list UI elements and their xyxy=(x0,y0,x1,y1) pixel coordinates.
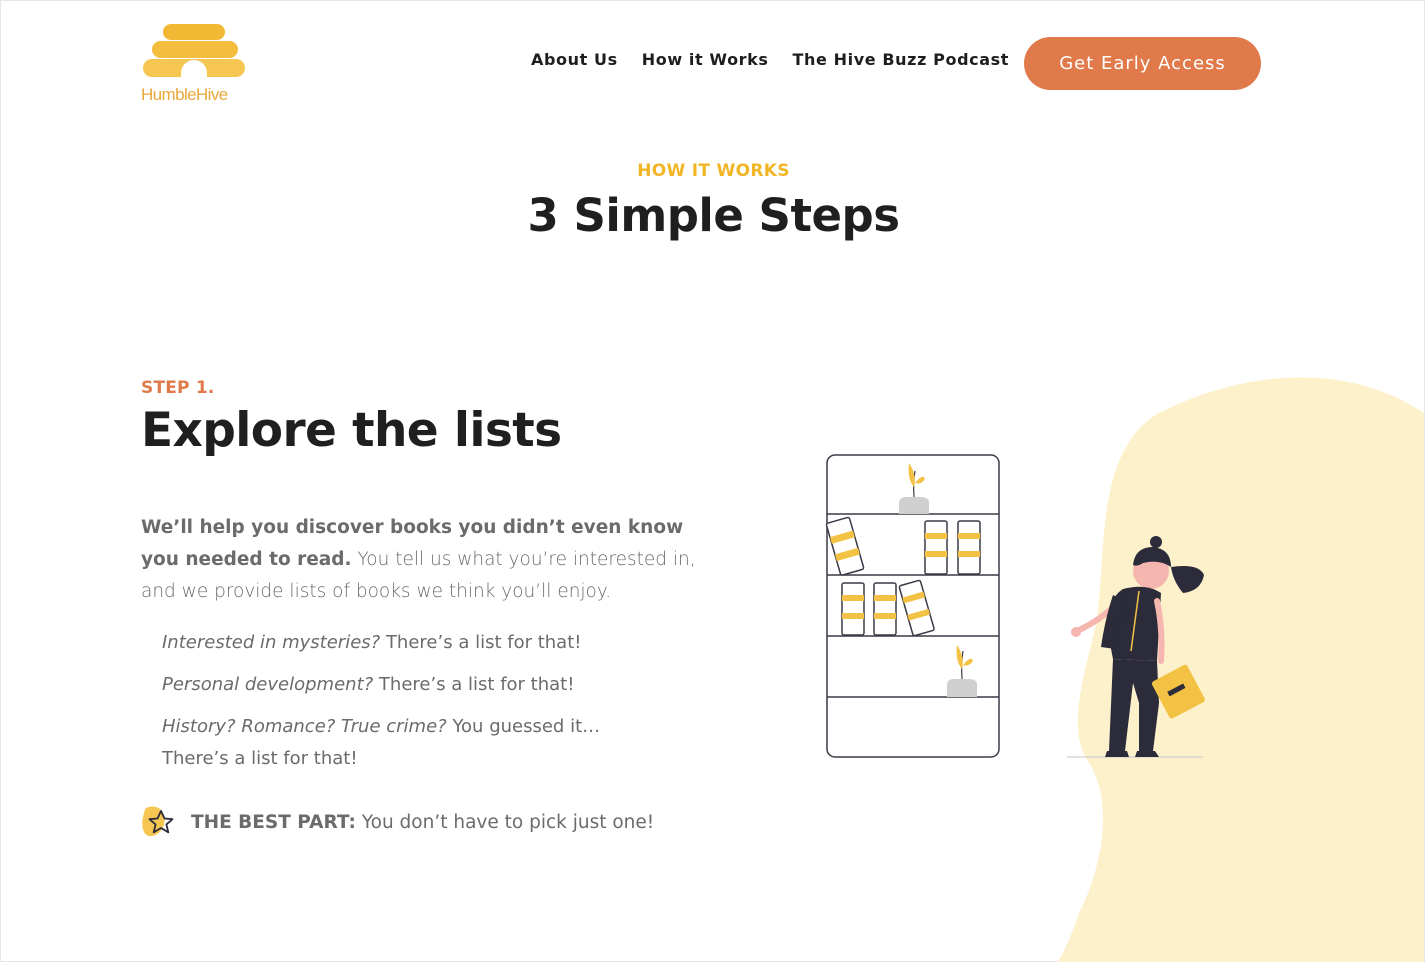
main-nav: About Us How it Works The Hive Buzz Podc… xyxy=(531,50,1033,69)
nav-how-it-works[interactable]: How it Works xyxy=(642,50,769,69)
section-title: 3 Simple Steps xyxy=(527,189,900,242)
beehive-icon xyxy=(143,24,245,83)
bookshelf-illustration xyxy=(825,454,1205,758)
examples-list: Interested in mysteries? There’s a list … xyxy=(162,627,642,785)
step-label: STEP 1. xyxy=(141,378,215,398)
nav-about-us[interactable]: About Us xyxy=(531,50,618,69)
list-item: History? Romance? True crime? You guesse… xyxy=(162,716,601,769)
step-intro: We’ll help you discover books you didn’t… xyxy=(141,512,701,608)
logo-wordmark: HumbleHive xyxy=(141,85,228,104)
list-item: Personal development? There’s a list for… xyxy=(162,674,575,695)
get-early-access-button[interactable]: Get Early Access xyxy=(1024,37,1261,90)
humblehive-logo[interactable]: HumbleHive xyxy=(141,21,251,109)
star-icon xyxy=(141,805,177,839)
list-item: Interested in mysteries? There’s a list … xyxy=(162,632,582,653)
best-part-callout: THE BEST PART: You don’t have to pick ju… xyxy=(141,805,654,839)
nav-hive-buzz-podcast[interactable]: The Hive Buzz Podcast xyxy=(793,50,1009,69)
section-eyebrow: HOW IT WORKS xyxy=(637,161,790,181)
best-part-text: THE BEST PART: You don’t have to pick ju… xyxy=(191,811,655,833)
step-title: Explore the lists xyxy=(141,403,562,458)
